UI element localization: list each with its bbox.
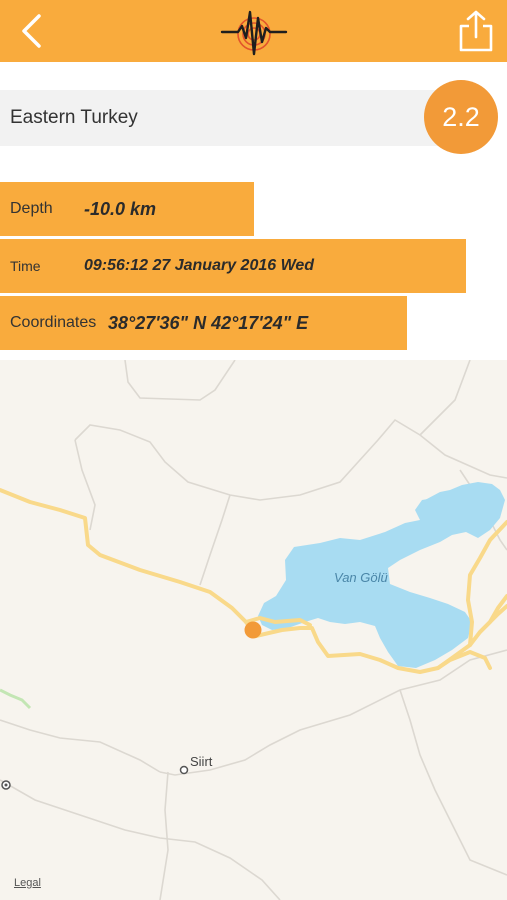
share-button[interactable]: [445, 0, 507, 62]
map-view[interactable]: Van Gölü Siirt Legal: [0, 360, 507, 900]
green-trace: [0, 688, 32, 710]
depth-value: -10.0 km: [84, 198, 157, 219]
map-canvas: Van Gölü Siirt: [0, 360, 507, 900]
time-label: Time: [10, 258, 41, 274]
depth-row: Depth -10.0 km: [0, 182, 254, 236]
edge-city-dot-icon: [4, 783, 8, 787]
region-name: Eastern Turkey: [10, 107, 138, 128]
legal-link[interactable]: Legal: [14, 877, 41, 889]
city-label: Siirt: [190, 754, 213, 769]
region-row: Eastern Turkey: [0, 90, 440, 146]
magnitude-badge: 2.2: [424, 80, 498, 154]
navigation-bar: [0, 0, 507, 62]
earthquake-detail-screen: Eastern Turkey 2.2 Depth -10.0 km Time 0…: [0, 0, 507, 900]
back-button[interactable]: [0, 0, 62, 62]
earthquake-location-marker[interactable]: [244, 621, 262, 639]
share-icon: [459, 10, 493, 52]
time-row: Time 09:56:12 27 January 2016 Wed: [0, 239, 466, 293]
depth-label: Depth: [10, 200, 53, 217]
coordinates-value: 38°27'36" N 42°17'24" E: [108, 312, 309, 333]
chevron-left-icon: [22, 14, 41, 48]
time-value: 09:56:12 27 January 2016 Wed: [84, 257, 315, 274]
coordinates-label: Coordinates: [10, 314, 97, 331]
lake-label: Van Gölü: [334, 570, 388, 585]
coordinates-row: Coordinates 38°27'36" N 42°17'24" E: [0, 296, 407, 350]
city-marker-icon: [179, 765, 189, 775]
seismograph-logo-icon: [220, 10, 288, 56]
